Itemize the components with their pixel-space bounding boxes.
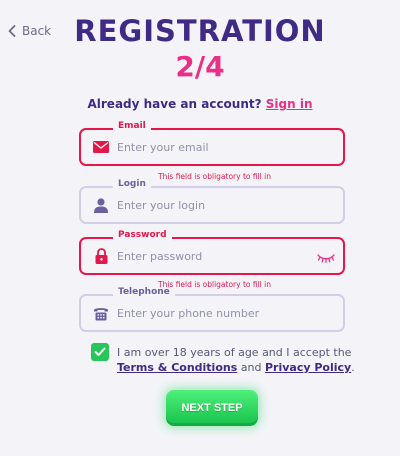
account-prompt: Already have an account? Sign in (0, 97, 400, 111)
privacy-link[interactable]: Privacy Policy (265, 361, 351, 374)
lock-icon (93, 248, 109, 264)
login-input[interactable] (117, 188, 307, 222)
password-input[interactable] (117, 239, 307, 273)
terms-link[interactable]: Terms & Conditions (117, 361, 237, 374)
account-prompt-text: Already have an account? (87, 97, 262, 111)
agreement-period: . (351, 361, 355, 374)
envelope-icon (93, 139, 109, 155)
agreement-text: I am over 18 years of age and I accept t… (117, 345, 357, 375)
email-error: This field is obligatory to fill in (158, 172, 271, 181)
eye-closed-icon[interactable] (317, 249, 335, 268)
password-error: This field is obligatory to fill in (158, 280, 271, 289)
page-title: REGISTRATION (74, 14, 326, 48)
age-terms-checkbox[interactable] (91, 343, 109, 361)
email-field[interactable]: Email (79, 121, 345, 166)
telephone-input[interactable] (117, 296, 307, 330)
agreement-intro: I am over 18 years of age and I accept t… (117, 346, 352, 359)
telephone-field[interactable]: Telephone (79, 287, 345, 332)
checkmark-icon (94, 347, 106, 356)
email-input[interactable] (117, 130, 307, 164)
sign-in-link[interactable]: Sign in (266, 97, 313, 111)
login-field[interactable]: Login (79, 179, 345, 224)
agreement-and: and (240, 361, 262, 374)
user-icon (93, 197, 109, 213)
phone-icon (93, 305, 109, 321)
next-step-button[interactable]: NEXT STEP (166, 390, 258, 426)
step-indicator: 2/4 (175, 50, 225, 83)
password-field[interactable]: Password (79, 230, 345, 275)
